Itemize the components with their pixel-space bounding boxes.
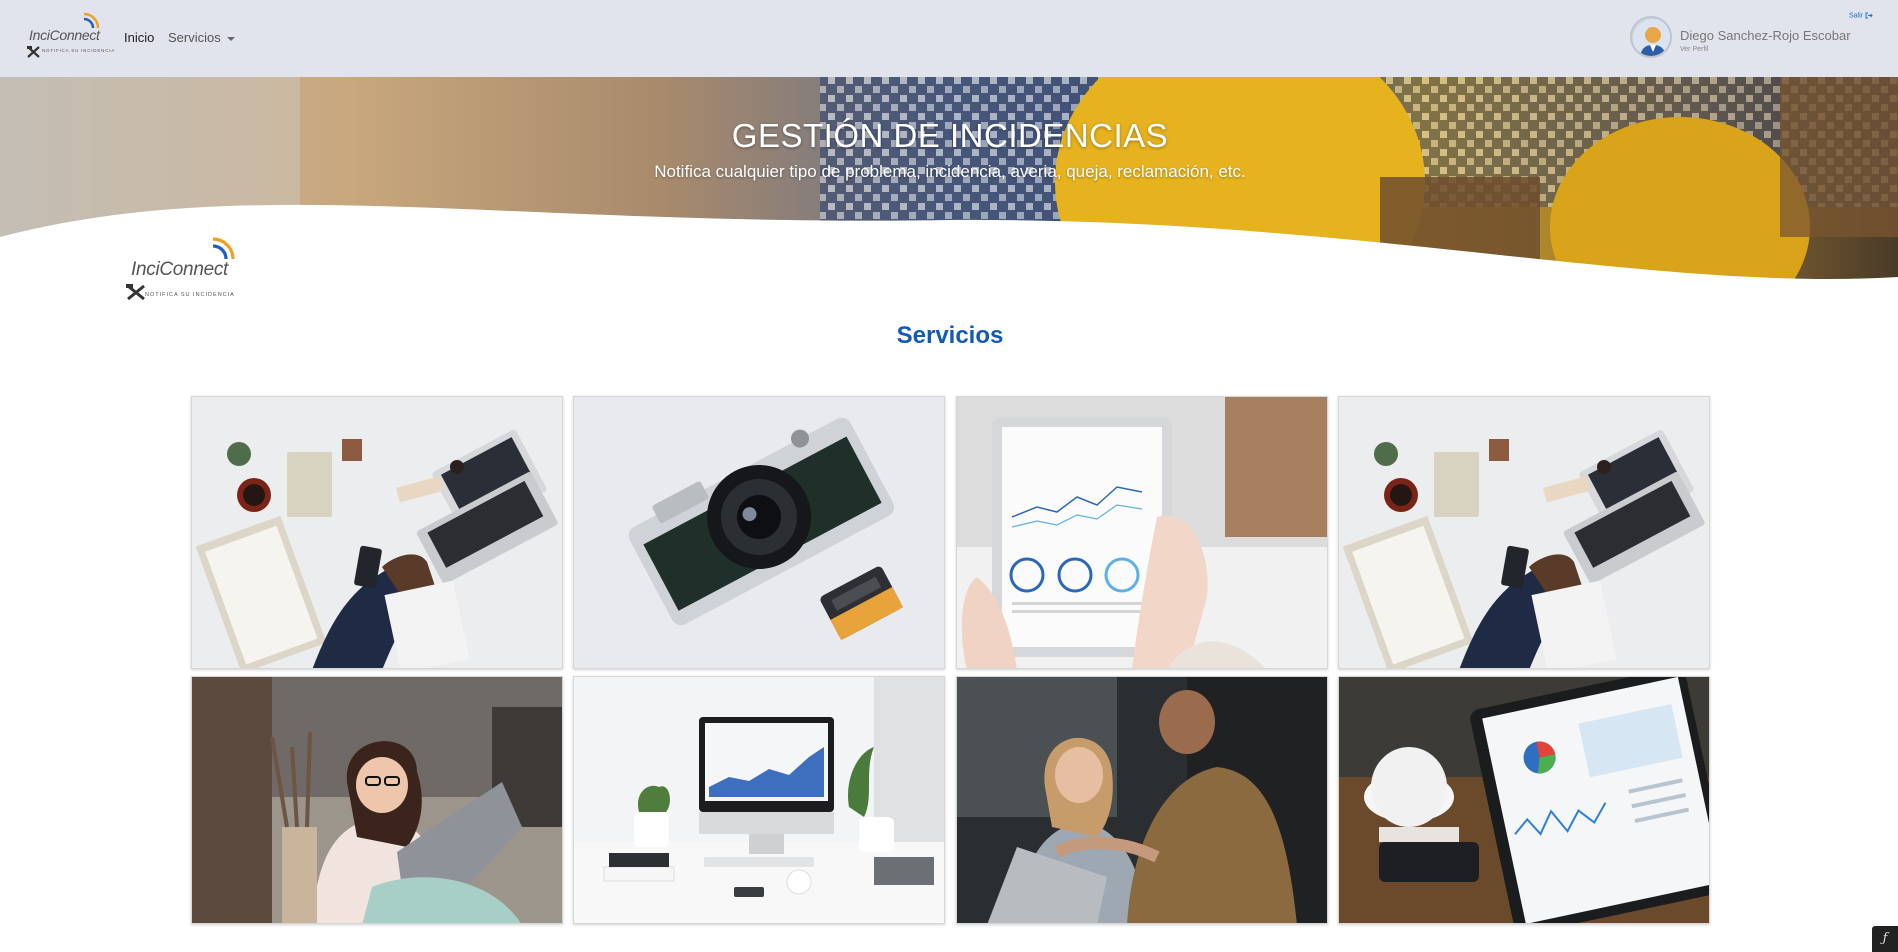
service-tile[interactable]	[573, 676, 945, 924]
meeting-image	[957, 677, 1327, 923]
woman-laptop-image	[192, 677, 562, 923]
user-name[interactable]: Diego Sanchez-Rojo Escobar	[1680, 28, 1851, 43]
service-tile[interactable]	[191, 676, 563, 924]
user-avatar-icon[interactable]	[1630, 16, 1672, 58]
hero-banner: GESTIÓN DE INCIDENCIAS Notifica cualquie…	[0, 77, 1898, 284]
caret-down-icon	[226, 36, 235, 41]
logout-label: Salir	[1849, 12, 1864, 20]
services-section-title: Servicios	[896, 322, 1004, 349]
brand-name: InciConnect	[29, 27, 100, 43]
nav-servicios-label: Servicios	[168, 30, 221, 45]
logout-link[interactable]: Salir	[1849, 12, 1873, 19]
business-desk-image	[1339, 397, 1709, 668]
hero-subtitle: Notifica cualquier tipo de problema, inc…	[654, 162, 1246, 181]
tools-icon	[126, 284, 145, 301]
logo-tagline: NOTIFICA SU INCIDENCIA	[145, 292, 235, 298]
nav-link-inicio[interactable]: Inicio	[124, 30, 154, 45]
logo-brand-name: InciConnect	[131, 259, 229, 280]
tablet-finance-report-image	[957, 397, 1327, 668]
hero-title: GESTIÓN DE INCIDENCIAS	[731, 117, 1169, 154]
service-tile[interactable]	[1338, 396, 1710, 669]
service-tile[interactable]	[956, 676, 1328, 924]
film-camera-image	[574, 397, 944, 668]
tools-icon	[27, 46, 40, 58]
navbar-brand-logo[interactable]: InciConnect NOTIFICA SU INCIDENCIA	[26, 10, 114, 62]
view-profile-link[interactable]: Ver Perfil	[1680, 46, 1708, 53]
service-tile[interactable]	[1338, 676, 1710, 924]
service-tile[interactable]	[191, 396, 563, 669]
signal-icon	[212, 237, 235, 260]
nav-dropdown-servicios[interactable]: Servicios	[168, 30, 235, 45]
brand-tagline: NOTIFICA SU INCIDENCIA	[42, 48, 116, 53]
tablet-analytics-image	[1339, 677, 1709, 923]
service-tile[interactable]	[956, 396, 1328, 669]
inciconnect-logo: InciConnect NOTIFICA SU INCIDENCIA	[126, 234, 246, 304]
imac-desk-image	[574, 677, 944, 923]
symfony-toolbar-icon[interactable]: ƒ	[1872, 926, 1898, 952]
service-tile[interactable]	[573, 396, 945, 669]
sign-out-icon	[1865, 12, 1873, 19]
top-navbar: InciConnect NOTIFICA SU INCIDENCIA Inici…	[0, 0, 1898, 77]
business-desk-image	[192, 397, 562, 668]
